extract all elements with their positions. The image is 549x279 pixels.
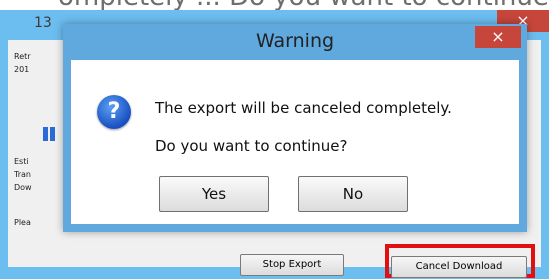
label-transfer: Tran bbox=[14, 170, 31, 179]
progress-bar bbox=[43, 126, 63, 141]
dialog-message-line-2: Do you want to continue? bbox=[155, 137, 348, 155]
top-text-fragment: ompletely ... Do you want to continue? C… bbox=[58, 0, 549, 10]
dialog-close-button[interactable]: × bbox=[475, 26, 521, 48]
top-text-strip: ompletely ... Do you want to continue? C… bbox=[0, 0, 549, 10]
label-estimated: Esti bbox=[14, 157, 29, 166]
question-icon: ? bbox=[97, 95, 131, 129]
export-progress-window: 13 × Retr 201 Esti Tran Dow Plea Stop Ex… bbox=[0, 10, 549, 279]
dialog-body: ? The export will be canceled completely… bbox=[71, 60, 519, 224]
no-button[interactable]: No bbox=[298, 176, 408, 212]
parent-title-text: 13 bbox=[34, 15, 52, 31]
warning-dialog: Warning × ? The export will be canceled … bbox=[63, 24, 527, 232]
yes-button[interactable]: Yes bbox=[159, 176, 269, 212]
dialog-title: Warning bbox=[255, 30, 335, 52]
stop-export-button[interactable]: Stop Export bbox=[240, 254, 344, 276]
dialog-message-line-1: The export will be canceled completely. bbox=[155, 99, 452, 117]
label-please: Plea bbox=[14, 218, 31, 227]
label-date: 201 bbox=[14, 65, 30, 74]
cancel-download-button[interactable]: Cancel Download bbox=[391, 256, 527, 278]
label-retrieve: Retr bbox=[14, 52, 31, 61]
label-downloaded: Dow bbox=[14, 183, 32, 192]
